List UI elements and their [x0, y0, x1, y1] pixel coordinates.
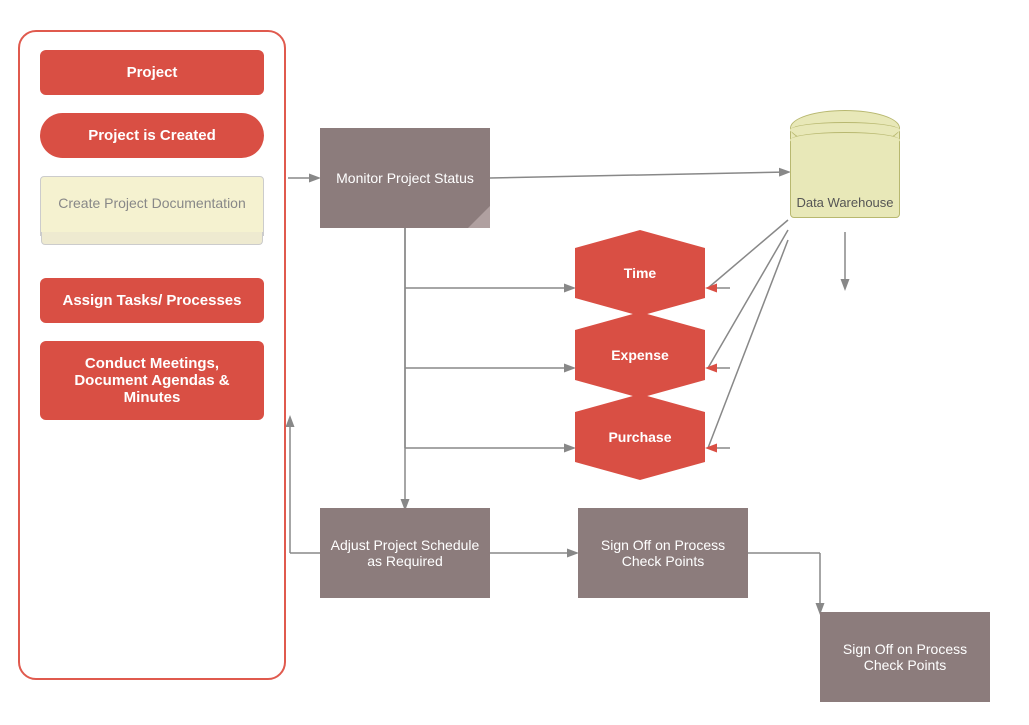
data-warehouse: Data Warehouse [790, 110, 900, 230]
project-created-box: Project is Created [40, 113, 264, 158]
purchase-hex-container: Purchase [575, 412, 705, 462]
monitor-project-box: Monitor Project Status [320, 128, 490, 228]
project-title: Project [40, 50, 264, 95]
assign-tasks-box: Assign Tasks/ Processes [40, 278, 264, 323]
signoff-box-1: Sign Off on Process Check Points [578, 508, 748, 598]
data-warehouse-label: Data Warehouse [790, 195, 900, 210]
doc-shape-wrapper: Create Project Documentation [40, 176, 264, 236]
signoff-box-2: Sign Off on Process Check Points [820, 612, 990, 702]
create-documentation-box: Create Project Documentation [40, 176, 264, 236]
expense-hex-container: Expense [575, 330, 705, 380]
canvas: Project Project is Created Create Projec… [0, 0, 1029, 725]
conduct-meetings-box: Conduct Meetings, Document Agendas & Min… [40, 341, 264, 420]
time-hex-container: Time [575, 248, 705, 298]
time-hex: Time [575, 248, 705, 298]
left-panel: Project Project is Created Create Projec… [18, 30, 286, 680]
adjust-schedule-box: Adjust Project Schedule as Required [320, 508, 490, 598]
expense-hex: Expense [575, 330, 705, 380]
purchase-hex: Purchase [575, 412, 705, 462]
